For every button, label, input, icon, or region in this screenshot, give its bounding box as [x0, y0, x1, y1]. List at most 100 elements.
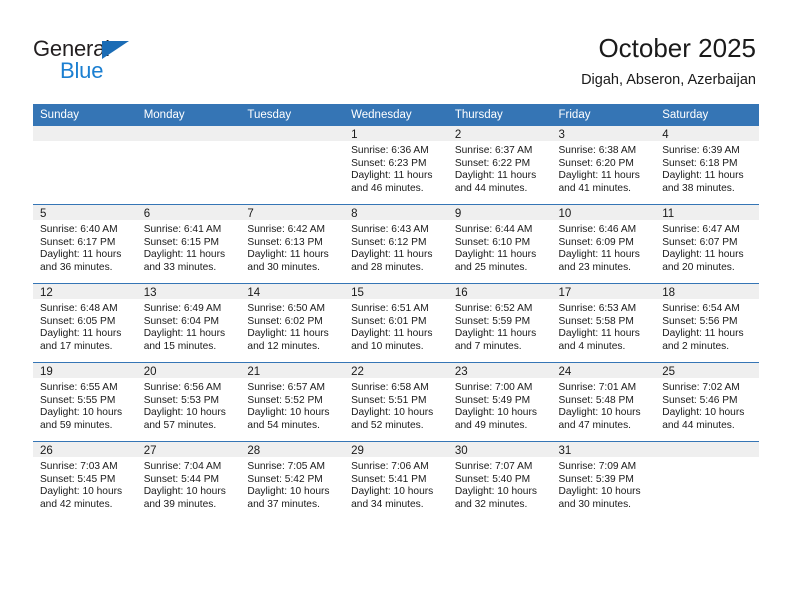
calendar-day-cell[interactable]: 13 Sunrise: 6:49 AM Sunset: 6:04 PM Dayligh… — [136, 283, 241, 363]
calendar-day-cell[interactable]: 5 Sunrise: 6:40 AM Sunset: 6:17 PM Daylight… — [33, 204, 137, 284]
calendar-day-cell[interactable]: 29 Sunrise: 7:06 AM Sunset: 5:41 PM Dayligh… — [344, 441, 448, 520]
sunrise-text: Sunrise: 6:51 AM — [351, 303, 429, 314]
day-number — [240, 126, 345, 141]
day-number: 31 — [551, 442, 656, 457]
calendar-day-cell[interactable]: 3 Sunrise: 6:38 AM Sunset: 6:20 PM Daylight… — [551, 126, 656, 205]
sunrise-text: Sunrise: 7:07 AM — [454, 461, 533, 472]
sunrise-text: Sunrise: 6:46 AM — [558, 224, 637, 235]
calendar-day-cell[interactable]: 23 Sunrise: 7:00 AM Sunset: 5:49 PM Dayligh… — [447, 362, 552, 442]
calendar-day-cell[interactable]: 30 Sunrise: 7:07 AM Sunset: 5:40 PM Dayligh… — [447, 441, 552, 520]
calendar-day-cell[interactable]: 14 Sunrise: 6:50 AM Sunset: 6:02 PM Dayligh… — [240, 283, 345, 363]
sunset-text: Sunset: 6:20 PM — [558, 157, 634, 169]
calendar-day-cell[interactable]: 20 Sunrise: 6:56 AM Sunset: 5:53 PM Dayligh… — [136, 362, 241, 442]
calendar-day-cell[interactable]: 11 Sunrise: 6:47 AM Sunset: 6:07 PM Dayligh… — [655, 204, 759, 284]
daylight-text-line1: Daylight: 10 hours — [40, 486, 123, 498]
sunrise-text: Sunrise: 6:55 AM — [40, 382, 118, 393]
calendar-day-cell[interactable]: 12 Sunrise: 6:48 AM Sunset: 6:05 PM Dayligh… — [33, 283, 137, 363]
calendar-day-cell[interactable]: 22 Sunrise: 6:58 AM Sunset: 5:51 PM Dayligh… — [344, 362, 448, 442]
daylight-text-line2: and 59 minutes. — [40, 419, 113, 431]
sunset-text: Sunset: 5:59 PM — [454, 315, 531, 327]
calendar-day-cell-empty — [136, 126, 241, 205]
calendar-day-cell[interactable]: 16 Sunrise: 6:52 AM Sunset: 5:59 PM Dayligh… — [447, 283, 552, 363]
daylight-text-line1: Daylight: 11 hours — [40, 249, 122, 261]
daylight-text-line2: and 42 minutes. — [40, 498, 113, 510]
calendar-day-cell-empty — [655, 441, 759, 520]
daylight-text-line1: Daylight: 11 hours — [454, 328, 537, 340]
sunset-text: Sunset: 6:05 PM — [40, 315, 116, 327]
day-details: Sunrise: 7:02 AM Sunset: 5:46 PM Daylight:… — [655, 378, 759, 432]
calendar-day-cell[interactable]: 6 Sunrise: 6:41 AM Sunset: 6:15 PM Daylight… — [136, 204, 241, 284]
daylight-text-line1: Daylight: 11 hours — [662, 249, 744, 261]
calendar-day-cell[interactable]: 24 Sunrise: 7:01 AM Sunset: 5:48 PM Dayligh… — [551, 362, 656, 442]
day-details: Sunrise: 6:46 AM Sunset: 6:09 PM Daylight:… — [552, 220, 656, 274]
sunset-text: Sunset: 6:22 PM — [454, 157, 531, 169]
day-details: Sunrise: 6:53 AM Sunset: 5:58 PM Daylight:… — [552, 299, 656, 353]
day-number — [33, 126, 137, 141]
calendar-day-cell[interactable]: 9 Sunrise: 6:44 AM Sunset: 6:10 PM Daylight… — [447, 204, 552, 284]
day-number: 13 — [136, 284, 241, 299]
daylight-text-line2: and 15 minutes. — [143, 340, 217, 352]
calendar-day-cell[interactable]: 28 Sunrise: 7:05 AM Sunset: 5:42 PM Dayligh… — [240, 441, 345, 520]
calendar-day-cell[interactable]: 10 Sunrise: 6:46 AM Sunset: 6:09 PM Dayligh… — [551, 204, 656, 284]
daylight-text-line1: Daylight: 10 hours — [40, 407, 123, 419]
calendar-day-cell[interactable]: 1 Sunrise: 6:36 AM Sunset: 6:23 PM Daylight… — [344, 126, 448, 205]
sunrise-text: Sunrise: 6:58 AM — [351, 382, 429, 393]
daylight-text-line1: Daylight: 10 hours — [143, 407, 226, 419]
sunset-text: Sunset: 6:04 PM — [143, 315, 220, 327]
calendar-day-cell[interactable]: 19 Sunrise: 6:55 AM Sunset: 5:55 PM Dayligh… — [33, 362, 137, 442]
calendar-week-row: 1 Sunrise: 6:36 AM Sunset: 6:23 PM Daylight… — [33, 126, 759, 205]
sunset-text: Sunset: 6:23 PM — [351, 157, 427, 169]
calendar-day-cell[interactable]: 4 Sunrise: 6:39 AM Sunset: 6:18 PM Daylight… — [655, 126, 759, 205]
calendar-day-cell[interactable]: 26 Sunrise: 7:03 AM Sunset: 5:45 PM Dayligh… — [33, 441, 137, 520]
day-number: 25 — [655, 363, 759, 378]
calendar-page: General Blue October 2025 Digah, Abseron… — [0, 0, 792, 612]
day-details: Sunrise: 6:58 AM Sunset: 5:51 PM Daylight:… — [344, 378, 448, 432]
sunset-text: Sunset: 5:39 PM — [558, 473, 634, 485]
daylight-text-line1: Daylight: 11 hours — [662, 170, 744, 182]
day-details: Sunrise: 7:06 AM Sunset: 5:41 PM Daylight:… — [344, 457, 448, 511]
day-details: Sunrise: 6:37 AM Sunset: 6:22 PM Daylight:… — [448, 141, 552, 195]
day-number: 30 — [447, 442, 552, 457]
sunset-text: Sunset: 5:48 PM — [558, 394, 634, 406]
calendar-day-cell[interactable]: 18 Sunrise: 6:54 AM Sunset: 5:56 PM Dayligh… — [655, 283, 759, 363]
sunrise-text: Sunrise: 7:01 AM — [558, 382, 637, 393]
day-number: 29 — [344, 442, 448, 457]
daylight-text-line2: and 7 minutes. — [454, 340, 522, 352]
daylight-text-line2: and 12 minutes. — [247, 340, 320, 352]
calendar-day-cell[interactable]: 8 Sunrise: 6:43 AM Sunset: 6:12 PM Daylight… — [344, 204, 448, 284]
calendar-day-cell[interactable]: 2 Sunrise: 6:37 AM Sunset: 6:22 PM Daylight… — [447, 126, 552, 205]
title-block: October 2025 Digah, Abseron, Azerbaijan — [581, 32, 756, 90]
daylight-text-line2: and 30 minutes. — [247, 261, 320, 273]
daylight-text-line1: Daylight: 11 hours — [558, 328, 640, 340]
day-number: 11 — [655, 205, 759, 220]
sunrise-text: Sunrise: 7:02 AM — [662, 382, 740, 393]
calendar-day-cell[interactable]: 15 Sunrise: 6:51 AM Sunset: 6:01 PM Dayligh… — [344, 283, 448, 363]
calendar-day-cell[interactable]: 25 Sunrise: 7:02 AM Sunset: 5:46 PM Dayligh… — [655, 362, 759, 442]
calendar-day-cell[interactable]: 17 Sunrise: 6:53 AM Sunset: 5:58 PM Dayligh… — [551, 283, 656, 363]
day-number: 5 — [33, 205, 137, 220]
generalblue-logo[interactable]: General Blue — [33, 36, 213, 86]
day-number: 27 — [136, 442, 241, 457]
daylight-text-line1: Daylight: 11 hours — [558, 249, 640, 261]
calendar-day-cell[interactable]: 21 Sunrise: 6:57 AM Sunset: 5:52 PM Dayligh… — [240, 362, 345, 442]
calendar-day-cell[interactable]: 7 Sunrise: 6:42 AM Sunset: 6:13 PM Daylight… — [240, 204, 345, 284]
sunset-text: Sunset: 6:18 PM — [662, 157, 738, 169]
weekday-header-tuesday: Tuesday — [240, 104, 345, 126]
sunrise-text: Sunrise: 6:38 AM — [558, 145, 637, 156]
daylight-text-line2: and 20 minutes. — [662, 261, 735, 273]
day-details: Sunrise: 6:57 AM Sunset: 5:52 PM Daylight:… — [240, 378, 344, 432]
daylight-text-line1: Daylight: 11 hours — [454, 170, 537, 182]
weekday-header-sunday: Sunday — [33, 104, 137, 126]
day-details: Sunrise: 7:05 AM Sunset: 5:42 PM Daylight:… — [240, 457, 344, 511]
calendar-day-cell[interactable]: 31 Sunrise: 7:09 AM Sunset: 5:39 PM Dayligh… — [551, 441, 656, 520]
daylight-text-line1: Daylight: 11 hours — [351, 249, 433, 261]
day-number: 22 — [344, 363, 448, 378]
sunset-text: Sunset: 6:01 PM — [351, 315, 427, 327]
sunrise-text: Sunrise: 6:54 AM — [662, 303, 740, 314]
sunrise-sunset-calendar: Sunday Monday Tuesday Wednesday Thursday… — [33, 104, 759, 520]
daylight-text-line1: Daylight: 11 hours — [143, 328, 226, 340]
calendar-day-cell[interactable]: 27 Sunrise: 7:04 AM Sunset: 5:44 PM Dayligh… — [136, 441, 241, 520]
sunset-text: Sunset: 5:44 PM — [143, 473, 220, 485]
sunset-text: Sunset: 6:09 PM — [558, 236, 634, 248]
daylight-text-line1: Daylight: 11 hours — [351, 328, 433, 340]
